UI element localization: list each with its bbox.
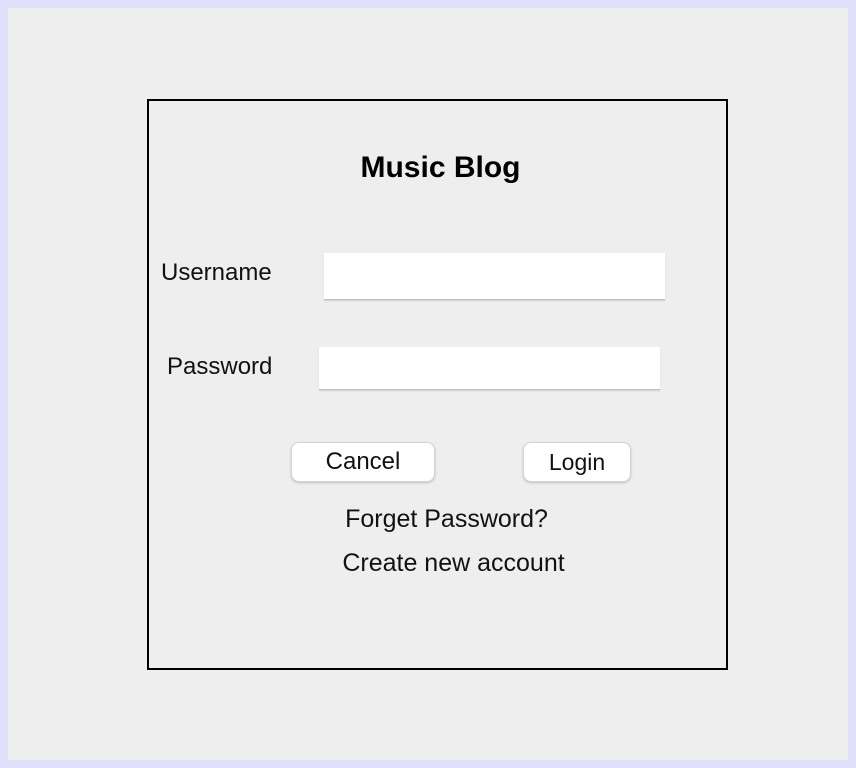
password-label: Password bbox=[167, 353, 273, 380]
forget-password-link[interactable]: Forget Password? bbox=[149, 505, 730, 534]
cancel-button[interactable]: Cancel bbox=[291, 442, 435, 482]
create-account-link[interactable]: Create new account bbox=[149, 549, 730, 578]
login-panel: Music Blog Username Password Cancel Logi… bbox=[147, 99, 728, 670]
page-title: Music Blog bbox=[360, 151, 521, 184]
password-input[interactable] bbox=[319, 347, 660, 390]
login-button[interactable]: Login bbox=[523, 442, 631, 482]
username-input[interactable] bbox=[324, 253, 665, 300]
app-window: Music Blog Username Password Cancel Logi… bbox=[8, 8, 848, 760]
username-label: Username bbox=[161, 259, 272, 286]
